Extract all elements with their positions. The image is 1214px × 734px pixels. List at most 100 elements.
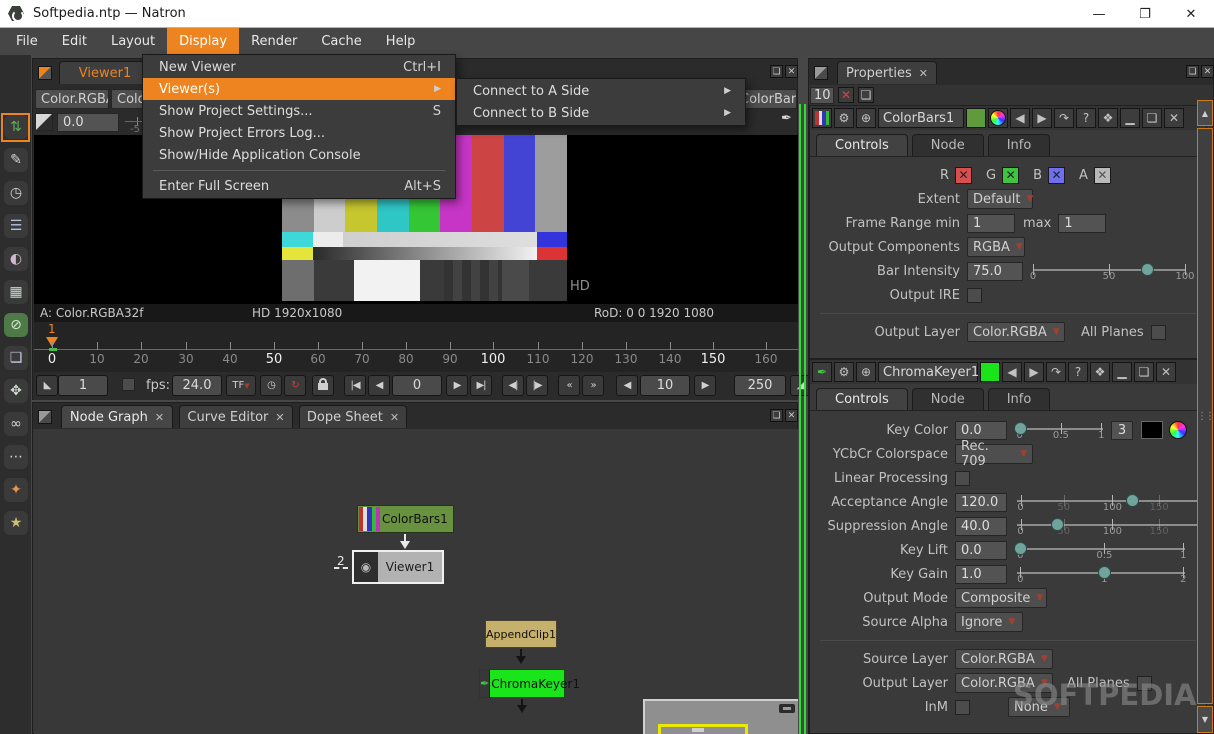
close-pane-icon[interactable]: ✕ (785, 65, 798, 78)
slider-knob[interactable] (1051, 518, 1064, 531)
float-panel-icon[interactable]: ❏ (1142, 108, 1162, 128)
merge-icon[interactable]: ❏ (4, 346, 28, 370)
tab-info[interactable]: Info (988, 388, 1051, 410)
node-appendclip1[interactable]: AppendClip1 (485, 620, 557, 648)
set-in-point-icon[interactable]: ◣ (36, 375, 58, 396)
maximize-button[interactable]: ❐ (1122, 0, 1168, 28)
lock-timeline-icon[interactable] (312, 375, 334, 396)
extra-icon[interactable]: ★ (4, 511, 28, 535)
first-frame-icon[interactable]: |◀ (344, 375, 366, 396)
max-panels-field[interactable]: 10 (810, 87, 834, 104)
viewer-layer-select[interactable]: Color.RGBA (35, 89, 109, 109)
close-all-panels-icon[interactable]: ✕ (838, 87, 854, 103)
menu-item-new-viewer[interactable]: New ViewerCtrl+I (143, 56, 455, 78)
play-backward-icon[interactable]: ◀ (368, 375, 390, 396)
slider-knob[interactable] (1141, 263, 1154, 276)
last-frame-icon[interactable]: ▶| (470, 375, 492, 396)
tab-properties[interactable]: Properties✕ (837, 61, 937, 84)
menu-item-show-project-settings[interactable]: Show Project Settings...S (143, 100, 455, 122)
close-panel-icon[interactable]: ✕ (1156, 362, 1176, 382)
next-frame-icon[interactable]: |▶ (526, 375, 548, 396)
center-node-icon[interactable]: ⊕ (856, 108, 876, 128)
tab-node-graph[interactable]: Node Graph✕ (61, 405, 173, 428)
nodegraph-minimap[interactable] (643, 699, 798, 734)
acceptance-angle-slider[interactable]: 0 50 100 150 (1017, 491, 1197, 513)
panel-menu-button[interactable] (38, 66, 52, 80)
tab-controls[interactable]: Controls (816, 388, 908, 410)
scroll-down-icon[interactable]: ▼ (1197, 706, 1213, 733)
filter-icon[interactable]: ▦ (4, 280, 28, 304)
node-chromakeyer1[interactable]: ✒ ChromaKeyer1 (479, 669, 565, 698)
tab-info[interactable]: Info (988, 134, 1051, 156)
scrollbar-track[interactable]: ⋮⋮ (1197, 128, 1213, 704)
submenu-item-connect-to-b-side[interactable]: Connect to B Side▶ (457, 102, 745, 124)
node-color-swatch[interactable] (980, 362, 1000, 382)
menu-display[interactable]: Display (167, 28, 239, 55)
output-ire-checkbox[interactable] (967, 288, 982, 303)
key-colorwheel-icon[interactable] (1169, 421, 1187, 439)
float-pane-icon[interactable]: ❏ (770, 65, 783, 78)
suppression-angle-slider[interactable]: 0 50 100 150 (1017, 515, 1197, 537)
undo-icon[interactable]: ◀ (1010, 108, 1030, 128)
next-keyframe-icon[interactable]: » (582, 375, 604, 396)
other-icon[interactable]: ⋯ (4, 445, 28, 469)
realtime-icon[interactable]: ◷ (260, 375, 282, 396)
menu-layout[interactable]: Layout (99, 28, 167, 55)
out-frame-field[interactable]: 250 (734, 375, 786, 396)
pick-color-icon[interactable]: ✒ (781, 111, 799, 129)
slider-knob[interactable] (1014, 422, 1027, 435)
menu-edit[interactable]: Edit (50, 28, 99, 55)
gmic-icon[interactable]: ✦ (4, 478, 28, 502)
timeline[interactable]: 1 0 10 20 30 40 50 60 70 80 90 100 110 1… (34, 322, 798, 372)
help-icon[interactable]: ? (1076, 108, 1096, 128)
panel-menu-button[interactable] (38, 410, 52, 424)
minimize-button[interactable]: — (1076, 0, 1122, 28)
key-gain-field[interactable]: 1.0 (955, 565, 1007, 584)
keyer-icon[interactable]: ⊘ (4, 313, 28, 337)
restore-defaults-icon[interactable]: ↷ (1046, 362, 1066, 382)
prev-frame-icon[interactable]: ◀| (502, 375, 524, 396)
close-panel-icon[interactable]: ✕ (1164, 108, 1184, 128)
menu-item-show-hide-application-console[interactable]: Show/Hide Application Console (143, 144, 455, 166)
gain-icon[interactable] (35, 113, 53, 131)
panel-menu-button[interactable] (814, 66, 828, 80)
bar-intensity-slider[interactable]: 0 50 100 (1033, 260, 1185, 282)
scroll-up-icon[interactable]: ▲ (1197, 100, 1213, 126)
node-colorbars1[interactable]: ColorBars1 (357, 505, 454, 533)
channel-a-checkbox[interactable]: ✕ (1094, 167, 1111, 184)
python-script-icon[interactable]: ❖ (1090, 362, 1110, 382)
turbo-mode-icon[interactable]: ↻ (284, 375, 306, 396)
play-forward-icon[interactable]: ▶ (446, 375, 468, 396)
views-icon[interactable]: ∞ (4, 412, 28, 436)
submenu-item-connect-to-a-side[interactable]: Connect to A Side▶ (457, 80, 745, 102)
redo-icon[interactable]: ▶ (1032, 108, 1052, 128)
menu-item-viewers[interactable]: Viewer(s)▶ (143, 78, 455, 100)
tab-viewer1[interactable]: Viewer1 (59, 61, 151, 84)
menu-cache[interactable]: Cache (309, 28, 373, 55)
minimize-panel-icon[interactable]: ▁ (1112, 362, 1132, 382)
help-icon[interactable]: ? (1068, 362, 1088, 382)
slider-knob[interactable] (1126, 494, 1139, 507)
image-readers-icon[interactable]: ⇅ (4, 115, 28, 139)
draw-icon[interactable]: ✎ (4, 148, 28, 172)
acceptance-angle-field[interactable]: 120.0 (955, 493, 1007, 512)
channel-g-checkbox[interactable]: ✕ (1002, 167, 1019, 184)
in-frame-field[interactable]: 1 (58, 375, 108, 396)
node-name-field[interactable]: ChromaKeyer1 (878, 362, 978, 382)
float-pane-icon[interactable]: ❏ (770, 409, 783, 422)
source-alpha-select[interactable]: Ignore▼ (955, 612, 1023, 632)
cb-all-planes-checkbox[interactable] (1151, 325, 1166, 340)
menu-render[interactable]: Render (239, 28, 309, 55)
ycbcr-colorspace-select[interactable]: Rec. 709▼ (955, 444, 1033, 464)
source-layer-select[interactable]: Color.RGBA▼ (955, 649, 1053, 669)
node-name-field[interactable]: ColorBars1 (878, 108, 964, 128)
channel-r-checkbox[interactable]: ✕ (955, 167, 972, 184)
key-gain-slider[interactable]: 0 1 2 (1017, 563, 1185, 585)
float-panel-icon[interactable]: ❏ (1134, 362, 1154, 382)
close-button[interactable]: ✕ (1168, 0, 1214, 28)
timeline-bounds-checkbox[interactable] (122, 378, 135, 391)
transform-icon[interactable]: ✥ (4, 379, 28, 403)
suppression-angle-field[interactable]: 40.0 (955, 517, 1007, 536)
slider-knob[interactable] (1098, 566, 1111, 579)
tab-controls[interactable]: Controls (816, 134, 908, 156)
